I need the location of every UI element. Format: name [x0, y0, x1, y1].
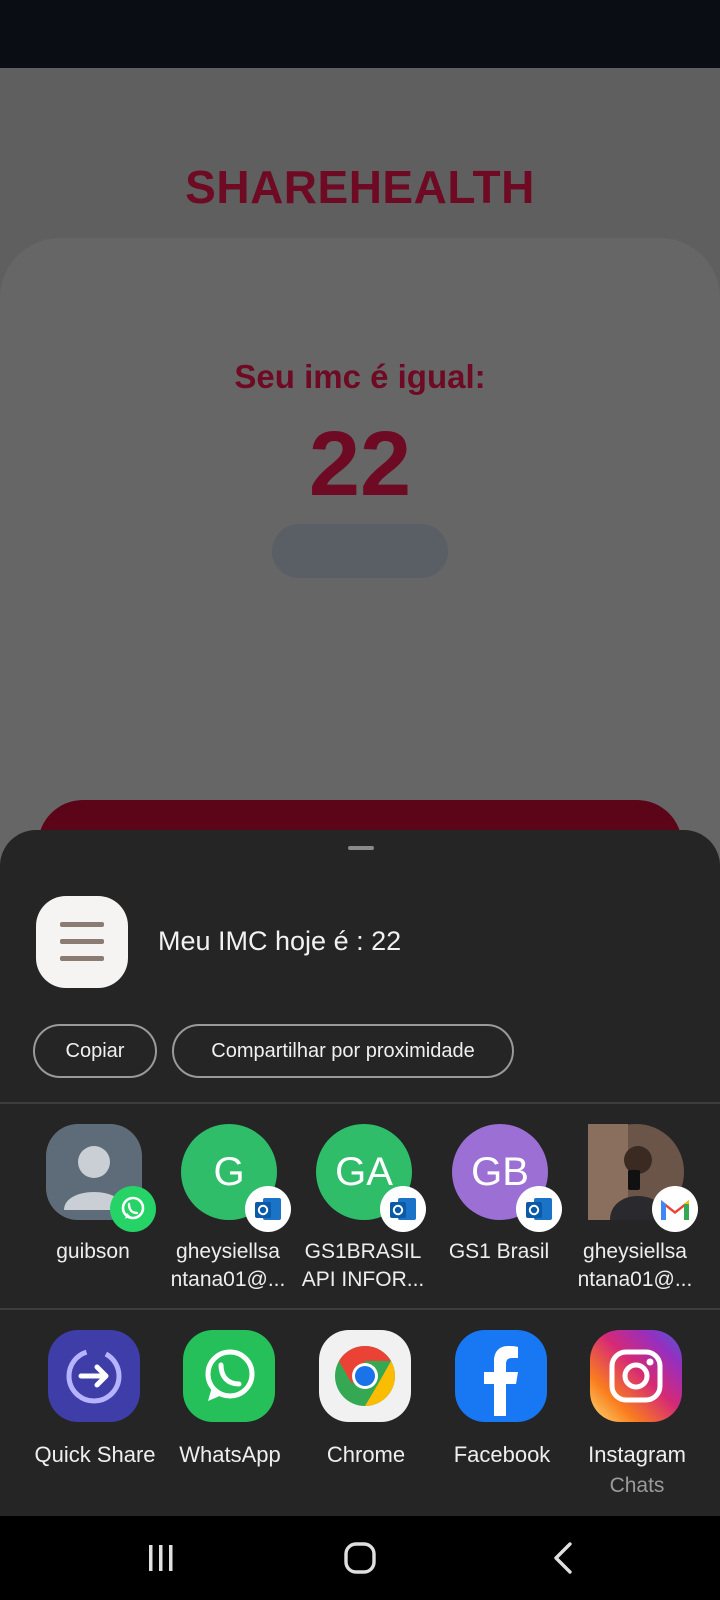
app-title: SHAREHEALTH — [185, 161, 535, 213]
home-icon — [344, 1542, 376, 1574]
notes-icon — [36, 896, 128, 988]
outlook-icon — [380, 1186, 426, 1232]
divider — [0, 1102, 720, 1104]
share-sheet: Meu IMC hoje é : 22 Copiar Compartilhar … — [0, 830, 720, 1516]
nearby-share-button[interactable]: Compartilhar por proximidade — [172, 1024, 514, 1078]
contact-gheysiellsantana01-gmail[interactable]: gheysiellsa ntana01@... — [568, 1124, 702, 1314]
contact-gs1brasil-api[interactable]: GA GS1BRASIL API INFOR... — [296, 1124, 430, 1314]
contact-name: gheysiellsa ntana01@... — [577, 1240, 693, 1291]
outlook-icon — [516, 1186, 562, 1232]
app-sublabel: Chats — [609, 1474, 665, 1497]
recent-apps-button[interactable] — [111, 1516, 211, 1600]
imc-value: 22 — [308, 413, 412, 515]
navigation-bar — [0, 1516, 720, 1600]
contact-gheysiellsantana01-outlook[interactable]: G gheysiellsa ntana01@... — [161, 1124, 295, 1314]
app-label: Chrome — [326, 1442, 406, 1467]
back-icon — [554, 1542, 572, 1574]
share-preview-text: Meu IMC hoje é : 22 — [158, 926, 402, 956]
recents-icon — [149, 1545, 173, 1571]
app-label: Instagram — [588, 1442, 686, 1467]
divider — [0, 1308, 720, 1310]
facebook-icon — [455, 1330, 547, 1422]
contact-guibson[interactable]: guibson — [26, 1124, 160, 1314]
imc-status-pill — [272, 524, 448, 578]
imc-label: Seu imc é igual: — [234, 358, 486, 395]
app-label: Quick Share — [34, 1442, 156, 1467]
contact-name: gheysiellsa ntana01@... — [170, 1240, 286, 1291]
back-button[interactable] — [513, 1516, 613, 1600]
whatsapp-icon — [110, 1186, 156, 1232]
home-button[interactable] — [310, 1516, 410, 1600]
app-label: Facebook — [453, 1442, 551, 1467]
app-label: WhatsApp — [179, 1442, 281, 1467]
quick-share-icon — [48, 1330, 140, 1422]
contact-name: GS1BRASIL API INFOR... — [301, 1240, 425, 1291]
sheet-handle[interactable] — [348, 846, 374, 850]
contact-gs1-brasil[interactable]: GB GS1 Brasil — [432, 1124, 566, 1314]
chrome-icon — [319, 1330, 411, 1422]
instagram-icon — [590, 1330, 682, 1422]
contact-name: guibson — [56, 1240, 130, 1263]
contact-name: GS1 Brasil — [448, 1240, 550, 1263]
copy-button[interactable]: Copiar — [33, 1024, 157, 1078]
gmail-icon — [652, 1186, 698, 1232]
status-bar — [0, 0, 720, 68]
outlook-icon — [245, 1186, 291, 1232]
whatsapp-icon — [183, 1330, 275, 1422]
